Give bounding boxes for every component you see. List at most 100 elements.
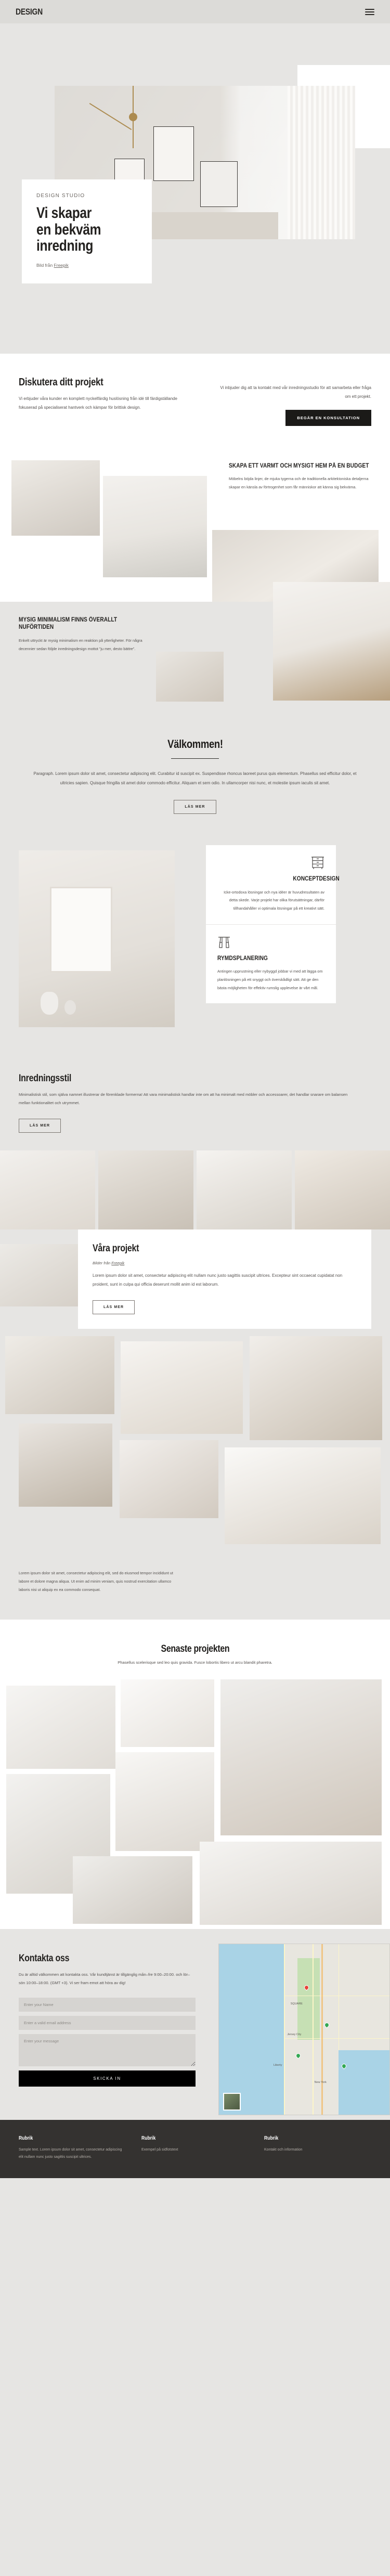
footer-text: Kontakt och information	[264, 2148, 303, 2152]
projects-footer-paragraph: Lorem ipsum dolor sit amet, consectetur …	[19, 1571, 173, 1592]
projects-section: Våra projekt Bilder från Freepik Lorem i…	[0, 1229, 390, 1620]
burger-line	[365, 14, 374, 15]
footer-heading: Rubrik	[19, 2135, 33, 2142]
warm-home-paragraph: Möbelns böjda linjer, de mjuka tygerna o…	[229, 476, 369, 489]
footer-column: Rubrik Kontakt och information	[264, 2135, 371, 2160]
credit-link[interactable]: Freepik	[111, 1261, 124, 1265]
discuss-heading: Diskutera ditt projekt	[19, 377, 103, 388]
project-image	[5, 1336, 114, 1415]
latest-project-image	[200, 1842, 382, 1925]
footer-heading: Rubrik	[264, 2135, 279, 2142]
warm-home-text: SKAPA ETT VARMT OCH MYSIGT HEM PÅ EN BUD…	[229, 462, 380, 491]
project-image	[120, 1440, 218, 1519]
project-image	[250, 1336, 382, 1441]
hero-curtain-decor	[288, 86, 355, 239]
map-pin[interactable]	[294, 2052, 302, 2060]
discuss-left-column: Diskutera ditt projekt Vi erbjuder våra …	[19, 377, 190, 426]
projects-side-image	[0, 1244, 78, 1306]
welcome-heading: Välkommen!	[167, 737, 223, 750]
discuss-section: Diskutera ditt projekt Vi erbjuder våra …	[0, 354, 390, 451]
minimalism-section: MYSIG MINIMALISM FINNS ÖVERALLT NUFÖRTID…	[0, 581, 390, 708]
projects-image-grid	[0, 1336, 390, 1560]
location-map[interactable]: New York Jersey City SQUARE Liberty	[218, 1944, 390, 2116]
latest-project-image	[115, 1752, 214, 1852]
site-logo[interactable]: DESIGN	[16, 7, 43, 17]
site-header: DESIGN	[0, 0, 390, 23]
map-water	[338, 2050, 389, 2115]
map-label-new-york: New York	[314, 2080, 327, 2084]
style-heading: Inredningsstil	[19, 1072, 72, 1084]
style-read-more-button[interactable]: LÄS MER	[19, 1118, 61, 1133]
latest-projects-grid	[0, 1679, 390, 1930]
service-title: KONCEPTDESIGN	[293, 875, 340, 882]
map-highway	[321, 1944, 323, 2115]
discuss-right-column: Vi inbjuder dig att ta kontakt med vår i…	[215, 377, 371, 426]
projects-footer-text: Lorem ipsum dolor sit amet, consectetur …	[0, 1560, 390, 1614]
hero-section: DESIGN STUDIO Vi skapar en bekväm inredn…	[0, 23, 390, 354]
projects-paragraph: Lorem ipsum dolor sit amet, consectetur …	[93, 1273, 343, 1287]
burger-line	[365, 8, 374, 10]
latest-subtitle: Phasellus scelerisque sed leo quis gravi…	[118, 1660, 272, 1665]
latest-heading: Senaste projekten	[161, 1643, 229, 1655]
welcome-read-more-button[interactable]: LÄS MER	[174, 799, 216, 814]
hero-text-card: DESIGN STUDIO Vi skapar en bekväm inredn…	[22, 179, 152, 283]
hamburger-icon[interactable]	[365, 8, 374, 15]
gallery-image	[197, 1150, 292, 1229]
hero-frame-decor	[200, 161, 238, 207]
project-image	[121, 1341, 243, 1434]
projects-read-more-button[interactable]: LÄS MER	[93, 1300, 135, 1315]
request-consultation-button[interactable]: BEGÄR EN KONSULTATION	[285, 409, 371, 426]
credit-prefix: Bild från	[36, 262, 54, 268]
map-label-liberty: Liberty	[273, 2064, 282, 2067]
latest-project-image	[220, 1679, 382, 1836]
vase-decor	[64, 1000, 76, 1015]
footer-text: Sample text. Lorem ipsum dolor sit amet,…	[19, 2148, 122, 2159]
footer-heading: Rubrik	[141, 2135, 156, 2142]
projects-image-credit: Bilder från Freepik	[93, 1261, 357, 1265]
hero-title-line-3: inredning	[36, 237, 94, 254]
map-road	[283, 1944, 285, 2115]
hero-lamp-decor	[129, 113, 137, 121]
style-gallery	[0, 1150, 390, 1229]
gallery-image	[0, 1150, 95, 1229]
name-input[interactable]	[19, 1998, 196, 2012]
warm-home-heading: SKAPA ETT VARMT OCH MYSIGT HEM PÅ EN BUD…	[229, 462, 369, 469]
dresser-icon	[217, 856, 324, 870]
service-text: Antingen upprustning eller nybyggd jobba…	[217, 969, 323, 990]
map-road	[313, 1944, 314, 2115]
credit-link[interactable]: Freepik	[54, 263, 69, 268]
hero-image-credit: Bild från Freepik	[36, 263, 137, 268]
credit-prefix: Bilder från	[93, 1260, 112, 1265]
projects-intro-card: Våra projekt Bilder från Freepik Lorem i…	[78, 1229, 371, 1329]
gallery-image	[295, 1150, 390, 1229]
style-paragraph: Minimalistisk stil, som själva namnet il…	[19, 1092, 348, 1105]
map-road	[283, 1995, 389, 1997]
picture-frame-decor	[50, 886, 112, 973]
project-image	[225, 1447, 381, 1545]
latest-project-image	[6, 1686, 115, 1769]
divider	[171, 758, 219, 759]
map-satellite-toggle[interactable]	[223, 2093, 241, 2111]
gallery-image	[98, 1150, 193, 1229]
service-card-rymdsplanering[interactable]: RYMDSPLANERING Antingen upprustning elle…	[206, 924, 336, 1004]
map-park	[297, 1958, 320, 2040]
plant-image	[103, 475, 207, 577]
submit-button[interactable]: SKICKA IN	[19, 2070, 196, 2087]
discuss-paragraph: Vi erbjuder våra kunder en komplett nyck…	[19, 396, 177, 410]
page-title: Vi skapar en bekväm inredning	[36, 205, 137, 254]
warm-home-section: SKAPA ETT VARMT OCH MYSIGT HEM PÅ EN BUD…	[0, 450, 390, 602]
hero-lamp-decor	[89, 102, 132, 131]
project-image	[19, 1423, 112, 1507]
email-input[interactable]	[19, 2016, 196, 2030]
service-card-konceptdesign[interactable]: KONCEPTDESIGN Icke-ortodoxa lösningar oc…	[206, 845, 340, 924]
hero-title-line-1: Vi skapar	[36, 204, 92, 222]
minimalism-text: MYSIG MINIMALISM FINNS ÖVERALLT NUFÖRTID…	[19, 616, 149, 653]
footer-text: Exempel på sidfotstext	[141, 2148, 178, 2152]
message-textarea[interactable]	[19, 2034, 196, 2067]
map-label-jersey-city: Jersey City	[287, 2033, 302, 2036]
map-pin[interactable]	[323, 2022, 331, 2029]
minimalism-small-image	[156, 651, 224, 702]
interior-style-section: Inredningsstil Minimalistisk stil, som s…	[0, 1047, 390, 1150]
map-label-square: SQUARE	[290, 2002, 303, 2005]
service-text: Icke-ortodoxa lösningar och nya idéer är…	[224, 889, 324, 911]
